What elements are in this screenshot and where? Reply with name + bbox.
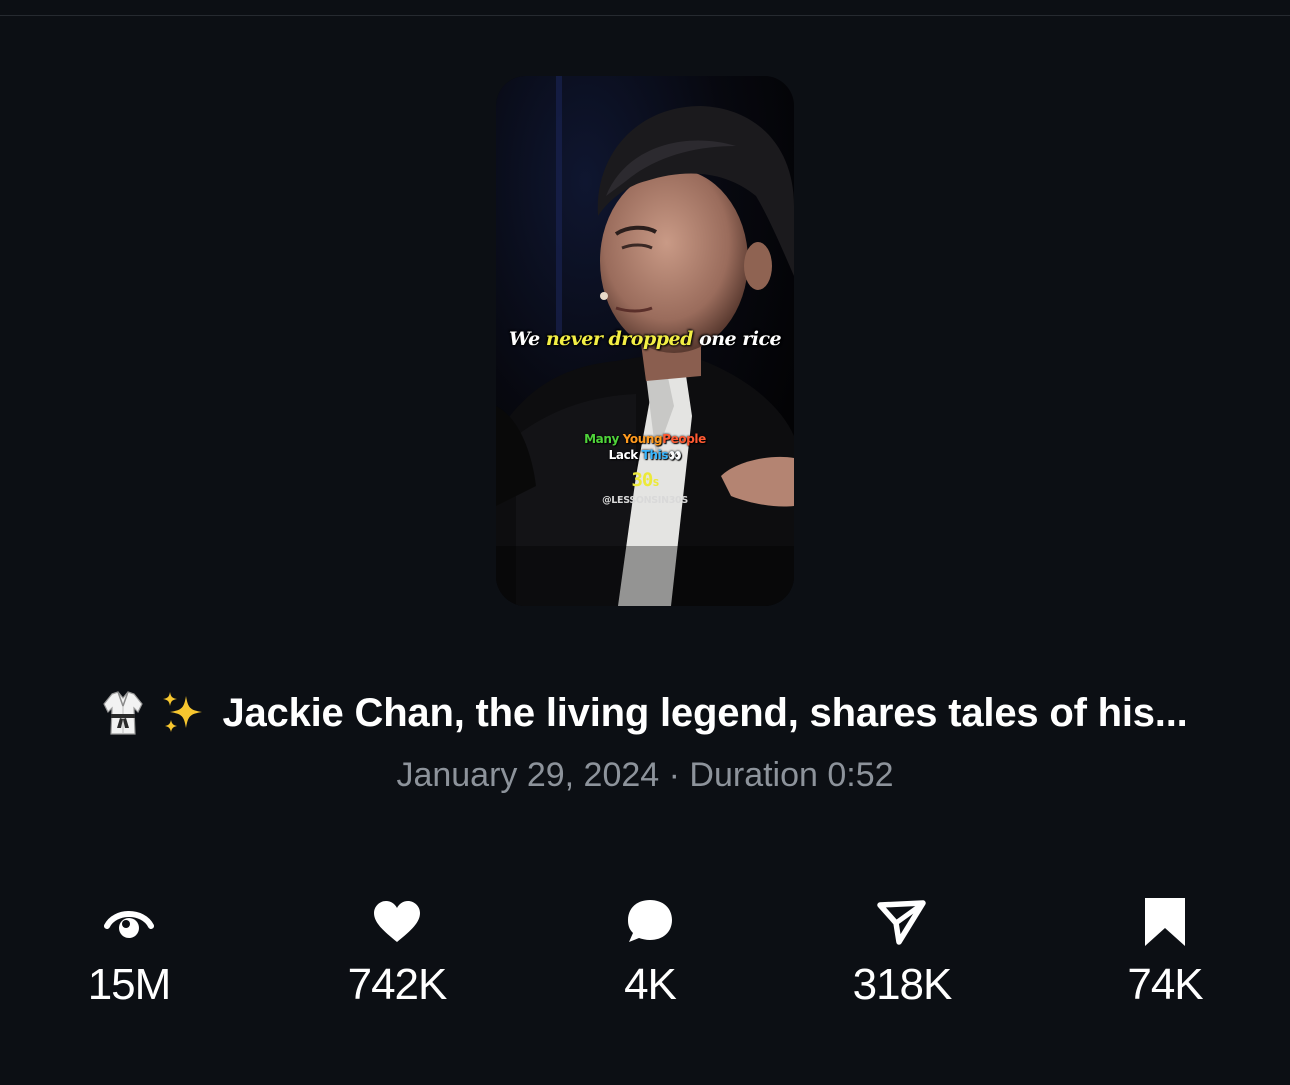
- sparkles-icon: [160, 690, 206, 736]
- shares-count: 318K: [852, 960, 953, 1009]
- caption-word-3: one rice: [699, 328, 782, 350]
- heart-icon: [374, 901, 420, 942]
- overlay-word-lack: Lack: [608, 448, 639, 462]
- video-thumbnail[interactable]: We never dropped one rice Many YoungPeop…: [496, 76, 794, 606]
- post-title-row: Jackie Chan, the living legend, shares t…: [0, 690, 1290, 736]
- overlay-word-young: Young: [622, 432, 663, 446]
- stat-comments[interactable]: 4K: [550, 896, 750, 1026]
- video-detail-page: We never dropped one rice Many YoungPeop…: [0, 0, 1290, 1085]
- comments-count: 4K: [624, 960, 677, 1009]
- timer-unit: s: [652, 475, 659, 489]
- overlay-title-line-2: Lack This👀: [496, 448, 794, 462]
- stat-bookmarks[interactable]: 74K: [1065, 896, 1265, 1026]
- overlay-handle: @LESSONSIN30S: [602, 495, 688, 506]
- views-eye-icon: [104, 911, 154, 938]
- caption-word-2: never dropped: [545, 328, 694, 350]
- views-count: 15M: [87, 960, 172, 1009]
- overlay-title-line-1: Many YoungPeople: [496, 432, 794, 446]
- video-caption: We never dropped one rice: [496, 328, 794, 350]
- stat-views[interactable]: 15M: [29, 896, 229, 1026]
- likes-count: 742K: [347, 960, 448, 1009]
- overlay-word-this: This: [641, 448, 669, 462]
- bookmarks-count: 74K: [1127, 960, 1203, 1009]
- overlay-timer: 30s: [496, 469, 794, 491]
- martial-arts-uniform-icon: [102, 690, 144, 736]
- top-divider: [0, 15, 1290, 16]
- comment-bubble-icon: [628, 900, 672, 942]
- timer-value: 30: [631, 469, 653, 491]
- stat-shares[interactable]: 318K: [802, 896, 1002, 1026]
- post-meta: January 29, 2024 · Duration 0:52: [396, 756, 894, 794]
- caption-word-1: We: [508, 328, 540, 350]
- overlay-word-people: People: [662, 432, 706, 446]
- overlay-word-many: Many: [584, 432, 619, 446]
- post-title: Jackie Chan, the living legend, shares t…: [222, 690, 1188, 735]
- eyes-emoji-icon: 👀: [668, 449, 682, 462]
- stat-likes[interactable]: 742K: [297, 896, 497, 1026]
- bookmark-icon: [1145, 898, 1185, 946]
- share-paper-plane-icon: [877, 900, 926, 945]
